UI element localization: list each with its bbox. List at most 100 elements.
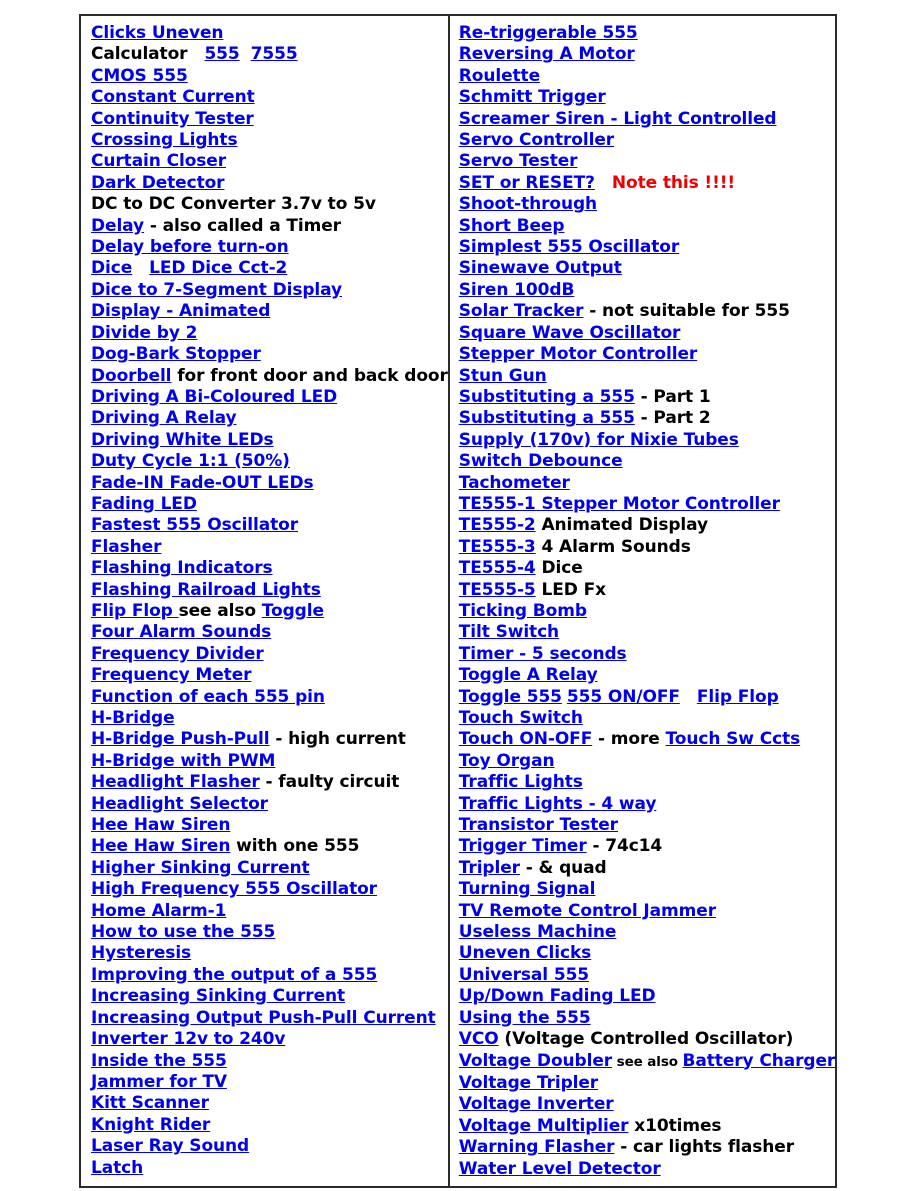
link-driving-a-relay[interactable]: Driving A Relay	[91, 408, 237, 428]
link-supply-170v-for-nixie-tubes[interactable]: Supply (170v) for Nixie Tubes	[459, 430, 739, 450]
link-dice[interactable]: Dice	[91, 258, 132, 278]
link-latch[interactable]: Latch	[91, 1158, 143, 1178]
link-tv-remote-control-jammer[interactable]: TV Remote Control Jammer	[459, 901, 716, 921]
link-four-alarm-sounds[interactable]: Four Alarm Sounds	[91, 622, 271, 642]
link-siren-100db[interactable]: Siren 100dB	[459, 280, 575, 300]
link-divide-by-2[interactable]: Divide by 2	[91, 323, 197, 343]
link-touch-switch[interactable]: Touch Switch	[459, 708, 583, 728]
link-h-bridge-push-pull[interactable]: H-Bridge Push-Pull	[91, 729, 270, 749]
link-screamer-siren-light-controlled[interactable]: Screamer Siren - Light Controlled	[459, 109, 777, 129]
link-function-of-each-555-pin[interactable]: Function of each 555 pin	[91, 687, 325, 707]
link-continuity-tester[interactable]: Continuity Tester	[91, 109, 254, 129]
link-flashing-railroad-lights[interactable]: Flashing Railroad Lights	[91, 580, 321, 600]
link-voltage-doubler[interactable]: Voltage Doubler	[459, 1051, 612, 1071]
link-voltage-multiplier[interactable]: Voltage Multiplier	[459, 1116, 629, 1136]
link-dog-bark-stopper[interactable]: Dog-Bark Stopper	[91, 344, 261, 364]
link-transistor-tester[interactable]: Transistor Tester	[459, 815, 618, 835]
link-flasher[interactable]: Flasher	[91, 537, 161, 557]
link-doorbell[interactable]: Doorbell	[91, 366, 172, 386]
link-schmitt-trigger[interactable]: Schmitt Trigger	[459, 87, 606, 107]
link-hee-haw-siren[interactable]: Hee Haw Siren	[91, 815, 230, 835]
link-h-bridge[interactable]: H-Bridge	[91, 708, 175, 728]
link-shoot-through[interactable]: Shoot-through	[459, 194, 597, 214]
link-duty-cycle-1-1-50[interactable]: Duty Cycle 1:1 (50%)	[91, 451, 290, 471]
link-dark-detector[interactable]: Dark Detector	[91, 173, 225, 193]
link-high-frequency-555-oscillator[interactable]: High Frequency 555 Oscillator	[91, 879, 377, 899]
link-jammer-for-tv[interactable]: Jammer for TV	[91, 1072, 227, 1092]
link-te555-3[interactable]: TE555-3	[459, 537, 536, 557]
link-headlight-selector[interactable]: Headlight Selector	[91, 794, 268, 814]
link-improving-the-output-of-a-555[interactable]: Improving the output of a 555	[91, 965, 377, 985]
link-te555-1-stepper-motor-controller[interactable]: TE555-1 Stepper Motor Controller	[459, 494, 780, 514]
link-solar-tracker[interactable]: Solar Tracker	[459, 301, 584, 321]
link-servo-tester[interactable]: Servo Tester	[459, 151, 578, 171]
link-delay[interactable]: Delay	[91, 216, 144, 236]
link-set-or-reset[interactable]: SET or RESET?	[459, 173, 595, 193]
link-voltage-inverter[interactable]: Voltage Inverter	[459, 1094, 614, 1114]
link-how-to-use-the-555[interactable]: How to use the 555	[91, 922, 275, 942]
link-display-animated[interactable]: Display - Animated	[91, 301, 270, 321]
link-servo-controller[interactable]: Servo Controller	[459, 130, 614, 150]
link-touch-on-off[interactable]: Touch ON-OFF	[459, 729, 593, 749]
link-home-alarm-1[interactable]: Home Alarm-1	[91, 901, 226, 921]
link-driving-a-bi-coloured-led[interactable]: Driving A Bi-Coloured LED	[91, 387, 337, 407]
link-te555-5[interactable]: TE555-5	[459, 580, 536, 600]
link-clicks-uneven[interactable]: Clicks Uneven	[91, 23, 224, 43]
link-up-down-fading-led[interactable]: Up/Down Fading LED	[459, 986, 656, 1006]
link-turning-signal[interactable]: Turning Signal	[459, 879, 596, 899]
link-short-beep[interactable]: Short Beep	[459, 216, 565, 236]
link-555-on-off[interactable]: 555 ON/OFF	[567, 687, 680, 707]
link-higher-sinking-current[interactable]: Higher Sinking Current	[91, 858, 310, 878]
link-stun-gun[interactable]: Stun Gun	[459, 366, 547, 386]
link-useless-machine[interactable]: Useless Machine	[459, 922, 617, 942]
link-simplest-555-oscillator[interactable]: Simplest 555 Oscillator	[459, 237, 679, 257]
link-hysteresis[interactable]: Hysteresis	[91, 943, 191, 963]
link-constant-current[interactable]: Constant Current	[91, 87, 255, 107]
link-h-bridge-with-pwm[interactable]: H-Bridge with PWM	[91, 751, 275, 771]
link-switch-debounce[interactable]: Switch Debounce	[459, 451, 623, 471]
link-substituting-a-555[interactable]: Substituting a 555	[459, 408, 635, 428]
link-toggle-555[interactable]: Toggle 555	[459, 687, 562, 707]
link-traffic-lights-4-way[interactable]: Traffic Lights - 4 way	[459, 794, 657, 814]
link-fading-led[interactable]: Fading LED	[91, 494, 197, 514]
link-cmos-555[interactable]: CMOS 555	[91, 66, 188, 86]
link-frequency-divider[interactable]: Frequency Divider	[91, 644, 264, 664]
link-toggle[interactable]: Toggle	[262, 601, 324, 621]
link-delay-before-turn-on[interactable]: Delay before turn-on	[91, 237, 289, 257]
link-fade-in-fade-out-leds[interactable]: Fade-IN Fade-OUT LEDs	[91, 473, 314, 493]
link-knight-rider[interactable]: Knight Rider	[91, 1115, 210, 1135]
link-voltage-tripler[interactable]: Voltage Tripler	[459, 1073, 598, 1093]
link-universal-555[interactable]: Universal 555	[459, 965, 589, 985]
link-inside-the-555[interactable]: Inside the 555	[91, 1051, 227, 1071]
link-tripler[interactable]: Tripler	[459, 858, 520, 878]
link-trigger-timer[interactable]: Trigger Timer	[459, 836, 587, 856]
link-sinewave-output[interactable]: Sinewave Output	[459, 258, 622, 278]
link-kitt-scanner[interactable]: Kitt Scanner	[91, 1093, 209, 1113]
link-curtain-closer[interactable]: Curtain Closer	[91, 151, 226, 171]
link-hee-haw-siren[interactable]: Hee Haw Siren	[91, 836, 230, 856]
link-tilt-switch[interactable]: Tilt Switch	[459, 622, 559, 642]
link-square-wave-oscillator[interactable]: Square Wave Oscillator	[459, 323, 681, 343]
link-warning-flasher[interactable]: Warning Flasher	[459, 1137, 615, 1157]
link-vco[interactable]: VCO	[459, 1029, 499, 1049]
link-frequency-meter[interactable]: Frequency Meter	[91, 665, 252, 685]
link-flip-flop[interactable]: Flip Flop	[697, 687, 779, 707]
link-inverter-12v-to-240v[interactable]: Inverter 12v to 240v	[91, 1029, 285, 1049]
link-substituting-a-555[interactable]: Substituting a 555	[459, 387, 635, 407]
link-stepper-motor-controller[interactable]: Stepper Motor Controller	[459, 344, 697, 364]
link-reversing-a-motor[interactable]: Reversing A Motor	[459, 44, 635, 64]
link-fastest-555-oscillator[interactable]: Fastest 555 Oscillator	[91, 515, 298, 535]
link-tachometer[interactable]: Tachometer	[459, 473, 570, 493]
link-increasing-output-push-pull-current[interactable]: Increasing Output Push-Pull Current	[91, 1008, 436, 1028]
link-toy-organ[interactable]: Toy Organ	[459, 751, 555, 771]
link-headlight-flasher[interactable]: Headlight Flasher	[91, 772, 260, 792]
link-laser-ray-sound[interactable]: Laser Ray Sound	[91, 1136, 249, 1156]
link-dice-to-7-segment-display[interactable]: Dice to 7-Segment Display	[91, 280, 342, 300]
link-toggle-a-relay[interactable]: Toggle A Relay	[459, 665, 598, 685]
link-timer-5-seconds[interactable]: Timer - 5 seconds	[459, 644, 627, 664]
link-re-triggerable-555[interactable]: Re-triggerable 555	[459, 23, 638, 43]
link-using-the-555[interactable]: Using the 555	[459, 1008, 591, 1028]
link-water-level-detector[interactable]: Water Level Detector	[459, 1159, 661, 1179]
link-increasing-sinking-current[interactable]: Increasing Sinking Current	[91, 986, 345, 1006]
link-flashing-indicators[interactable]: Flashing Indicators	[91, 558, 273, 578]
